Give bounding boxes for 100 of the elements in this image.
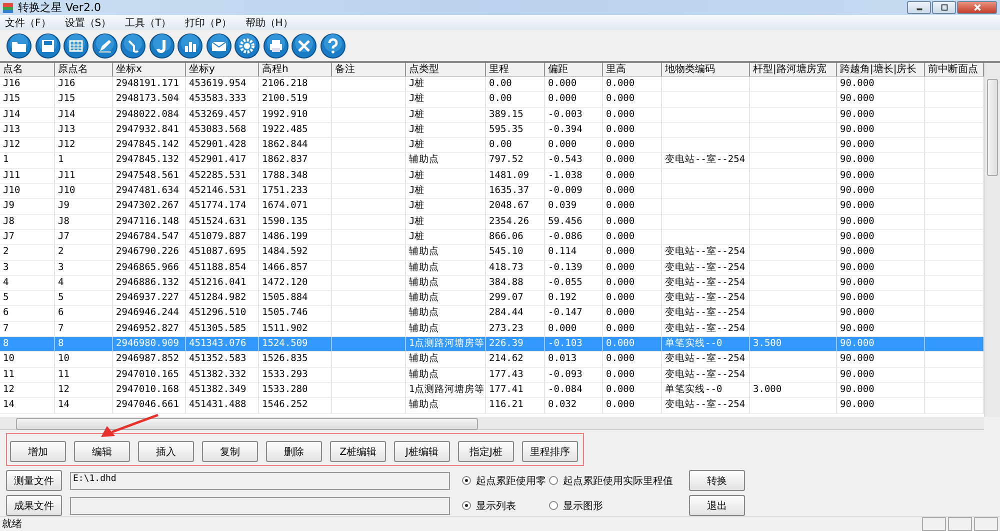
- menu-item[interactable]: 帮助（H）: [245, 16, 293, 30]
- table-cell: -0.543: [545, 153, 603, 169]
- table-row[interactable]: J8 J8 2947116.148 451524.631 1590.135 J桩 2354.26 59.456 0.000 90.000: [0, 214, 984, 230]
- table-row[interactable]: 6 6 2946946.244 451296.510 1505.746 辅助点 284.44 -0.147 0.000 变电站--室--254 90.000: [0, 306, 984, 322]
- table-cell: -0.003: [545, 108, 603, 123]
- action-button[interactable]: 编辑: [74, 441, 130, 462]
- table-cell: J7: [0, 230, 55, 246]
- close-button[interactable]: [957, 1, 997, 14]
- table-cell: J10: [0, 184, 55, 200]
- table-row[interactable]: 4 4 2946886.132 451216.041 1472.120 辅助点 384.88 -0.055 0.000 变电站--室--254 90.000: [0, 276, 984, 292]
- action-button[interactable]: J桩编辑: [394, 441, 450, 462]
- table-row[interactable]: J11 J11 2947548.561 452285.531 1788.348 J桩 1481.09 -1.038 0.000 90.000: [0, 168, 984, 184]
- action-button[interactable]: 插入: [138, 441, 194, 462]
- table-cell: 452901.428: [186, 138, 259, 154]
- file-path-field[interactable]: [70, 496, 450, 514]
- action-button[interactable]: 复制: [202, 441, 258, 462]
- table-cell: 451431.488: [186, 398, 259, 414]
- table-cell: 2946980.909: [113, 337, 186, 352]
- table-row[interactable]: J13 J13 2947932.841 453083.568 1922.485 J桩 595.35 -0.394 0.000 90.000: [0, 122, 984, 138]
- table-cell: J12: [55, 138, 113, 154]
- column-header[interactable]: 里高: [603, 63, 662, 77]
- table-cell: 变电站--室--254: [662, 291, 750, 306]
- table-row[interactable]: J7 J7 2946784.547 451079.887 1486.199 J桩 866.06 -0.086 0.000 90.000: [0, 230, 984, 246]
- column-header[interactable]: 点名: [0, 63, 55, 77]
- column-header[interactable]: 高程h: [259, 63, 332, 77]
- printer-icon[interactable]: [262, 32, 288, 58]
- menu-item[interactable]: 工具（T）: [125, 16, 172, 30]
- grid-icon[interactable]: [63, 32, 89, 58]
- table-cell: 变电站--室--254: [662, 368, 750, 383]
- column-header[interactable]: 偏距: [545, 63, 603, 77]
- status-panel: [974, 517, 998, 531]
- table-row[interactable]: J12 J12 2947845.142 452901.428 1862.844 J桩 0.00 0.000 0.000 90.000: [0, 138, 984, 154]
- menu-item[interactable]: 设置（S）: [64, 16, 112, 30]
- file-button[interactable]: 测量文件: [6, 470, 62, 491]
- floppy-disk-icon[interactable]: [34, 32, 60, 58]
- table-cell: 0.000: [603, 122, 662, 138]
- hook-icon[interactable]: [120, 32, 146, 58]
- column-header[interactable]: 坐标y: [186, 63, 259, 77]
- table-row[interactable]: 1 1 2947845.132 452901.417 1862.837 辅助点 797.52 -0.543 0.000 变电站--室--254 90.000: [0, 153, 984, 169]
- table-cell: 797.52: [486, 153, 545, 169]
- help-icon[interactable]: [320, 32, 346, 58]
- envelope-icon[interactable]: [206, 32, 232, 58]
- table-cell: 0.00: [486, 77, 545, 92]
- radio-button[interactable]: [462, 476, 471, 485]
- table-row[interactable]: J16 J16 2948191.171 453619.954 2106.218 J桩 0.00 0.000 0.000 90.000: [0, 77, 984, 92]
- table-cell: 1484.592: [259, 245, 332, 261]
- column-header[interactable]: 地物类编码: [662, 63, 750, 77]
- table-row[interactable]: 2 2 2946790.226 451087.695 1484.592 辅助点 545.10 0.114 0.000 变电站--室--254 90.000: [0, 245, 984, 261]
- table-row[interactable]: J10 J10 2947481.634 452146.531 1751.233 J桩 1635.37 -0.009 0.000 90.000: [0, 184, 984, 200]
- table-cell: 453083.568: [186, 122, 259, 138]
- action-button[interactable]: 删除: [266, 441, 322, 462]
- table-cell: 90.000: [837, 306, 925, 322]
- column-header[interactable]: 原点名: [55, 63, 113, 77]
- radio-option[interactable]: 起点累距使用实际里程值: [549, 474, 674, 488]
- minimize-button[interactable]: [907, 1, 931, 14]
- hook-letter-icon[interactable]: [148, 32, 174, 58]
- radio-button[interactable]: [462, 501, 471, 510]
- table-cell: 2947845.132: [113, 153, 186, 169]
- command-button[interactable]: 退出: [689, 495, 745, 516]
- table-row[interactable]: 10 10 2946987.852 451352.583 1526.835 辅助点 214.62 0.013 0.000 变电站--室--254 90.000: [0, 352, 984, 368]
- table-row[interactable]: 14 14 2947046.661 451431.488 1546.252 辅助点 116.21 0.032 0.000 变电站--室--254 90.000: [0, 398, 984, 414]
- vertical-scrollbar[interactable]: [984, 63, 1000, 417]
- table-row[interactable]: J15 J15 2948173.504 453583.333 2100.519 J桩 0.00 0.000 0.000 90.000: [0, 92, 984, 108]
- column-header[interactable]: 里程: [486, 63, 545, 77]
- table-row[interactable]: 11 11 2947010.165 451382.332 1533.293 辅助点 177.43 -0.093 0.000 变电站--室--254 90.000: [0, 368, 984, 383]
- radio-option[interactable]: 起点累距使用零: [462, 474, 547, 488]
- scrollbar-thumb[interactable]: [16, 418, 478, 430]
- command-button[interactable]: 转换: [689, 470, 745, 491]
- table-row[interactable]: J9 J9 2947302.267 451774.174 1674.071 J桩 2048.67 0.039 0.000 90.000: [0, 199, 984, 215]
- table-cell: 0.192: [545, 291, 603, 306]
- menu-item[interactable]: 打印（P）: [185, 16, 232, 30]
- column-header[interactable]: 备注: [332, 63, 406, 77]
- table-row[interactable]: J14 J14 2948022.084 453269.457 1992.910 J桩 389.15 -0.003 0.000 90.000: [0, 108, 984, 123]
- radio-option[interactable]: 显示图形: [549, 498, 674, 512]
- scrollbar-thumb[interactable]: [987, 79, 998, 176]
- column-header[interactable]: 点类型: [406, 63, 486, 77]
- column-header[interactable]: 跨越角|塘长|房长: [837, 63, 925, 77]
- action-button[interactable]: 指定J桩: [458, 441, 514, 462]
- menu-item[interactable]: 文件（F）: [5, 16, 51, 30]
- column-header[interactable]: 坐标x: [113, 63, 186, 77]
- folder-icon[interactable]: [6, 32, 32, 58]
- action-button[interactable]: 增加: [10, 441, 66, 462]
- column-header[interactable]: 杆型|路河塘房宽: [750, 63, 837, 77]
- radio-button[interactable]: [549, 476, 558, 485]
- file-path-field[interactable]: E:\1.dhd: [70, 472, 450, 490]
- pencil-icon[interactable]: [92, 32, 118, 58]
- action-button[interactable]: Z桩编辑: [330, 441, 386, 462]
- settings-icon[interactable]: [234, 32, 260, 58]
- table-row[interactable]: 5 5 2946937.227 451284.982 1505.884 辅助点 299.07 0.192 0.000 变电站--室--254 90.000: [0, 291, 984, 306]
- table-row[interactable]: 12 12 2947010.168 451382.349 1533.280 1点测路河塘房等 177.41 -0.084 0.000 单笔实线--0 3.000 90.000: [0, 382, 984, 398]
- table-cell: 451079.887: [186, 230, 259, 246]
- radio-button[interactable]: [549, 501, 558, 510]
- table-row[interactable]: 3 3 2946865.966 451188.854 1466.857 辅助点 418.73 -0.139 0.000 变电站--室--254 90.000: [0, 260, 984, 276]
- radio-option[interactable]: 显示列表: [462, 498, 547, 512]
- maximize-button[interactable]: [932, 1, 956, 14]
- action-button[interactable]: 里程排序: [522, 441, 578, 462]
- bar-chart-icon[interactable]: [177, 32, 203, 58]
- table-cell: J11: [0, 168, 55, 184]
- file-button[interactable]: 成果文件: [6, 495, 62, 516]
- horizontal-scrollbar[interactable]: [0, 417, 984, 430]
